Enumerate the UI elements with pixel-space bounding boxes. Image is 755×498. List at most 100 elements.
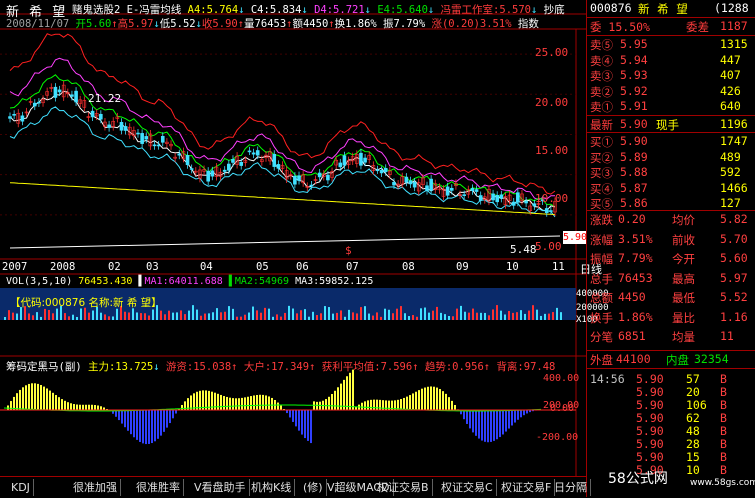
ask-row: 卖⑤5.951315 bbox=[586, 37, 752, 52]
volume-bar bbox=[288, 306, 290, 320]
x-tick: 07 bbox=[346, 261, 359, 273]
watermark-logo: 58公式网 bbox=[608, 468, 668, 488]
indicator-bar-negative bbox=[517, 410, 519, 420]
stat-row: 分笔6851均量11 bbox=[586, 329, 752, 344]
indicator-bar-positive bbox=[403, 398, 405, 410]
indicator-bar-positive bbox=[55, 395, 57, 410]
x-axis: 2007 2008 02 03 04 05 06 07 08 09 10 11 bbox=[0, 261, 576, 273]
indicator-bar-negative bbox=[160, 410, 162, 436]
candle-body bbox=[380, 170, 383, 173]
indicator-bar-positive bbox=[79, 405, 81, 410]
indicator-bar-positive bbox=[220, 395, 222, 410]
volume-bar bbox=[444, 314, 446, 320]
indicator-bar-positive bbox=[346, 376, 348, 410]
volume-bar bbox=[360, 307, 362, 320]
indicator-bar-negative bbox=[292, 410, 294, 422]
candle-body bbox=[405, 177, 408, 182]
indicator-bar-positive bbox=[97, 405, 99, 410]
indicator-bar-positive bbox=[280, 406, 282, 410]
candle-body bbox=[277, 164, 280, 168]
x-tick: 06 bbox=[296, 261, 309, 273]
indicator-tab[interactable]: 权证交易F bbox=[498, 479, 555, 496]
indicator-bar-positive bbox=[418, 390, 420, 410]
stat-value: 1.86% bbox=[618, 310, 653, 324]
ind-trend: 趋势:0.956 bbox=[425, 361, 484, 373]
indicator-bar-negative bbox=[511, 410, 513, 425]
indicator-tab[interactable]: 权证交易B bbox=[374, 479, 433, 496]
ind-youzi: 游资:15.038 bbox=[166, 361, 231, 373]
turnover-value: 换1.86% bbox=[335, 18, 377, 30]
volume-bar bbox=[332, 314, 334, 320]
close-value: 收5.90 bbox=[202, 18, 238, 30]
y-tick-5: 5.00 bbox=[535, 240, 562, 253]
bid-row: 买③5.88592 bbox=[586, 165, 752, 180]
peak-label: 21.22 bbox=[88, 92, 121, 105]
tick-volume: 15 bbox=[686, 450, 700, 464]
candle-body bbox=[430, 179, 433, 190]
volume-bar bbox=[512, 313, 514, 320]
indicator-bar-positive bbox=[37, 384, 39, 410]
candle-body bbox=[178, 154, 181, 155]
candle-body bbox=[471, 188, 474, 190]
indicator-bar-negative bbox=[154, 410, 156, 441]
volume-bar bbox=[316, 315, 318, 320]
stat-value: 6851 bbox=[618, 329, 646, 343]
candle-body bbox=[409, 181, 412, 184]
indicator-tab[interactable]: 日分隔 bbox=[551, 479, 591, 496]
candle-body bbox=[516, 193, 519, 203]
indicator-bar-positive bbox=[451, 401, 453, 410]
tick-side: B bbox=[720, 398, 727, 412]
ask-row: 卖①5.91640 bbox=[586, 99, 752, 114]
volume-bar bbox=[280, 317, 282, 320]
bid-volume: 1747 bbox=[720, 134, 748, 148]
candle-body bbox=[124, 126, 127, 130]
volume-bar bbox=[8, 310, 10, 320]
volume-bar bbox=[252, 307, 254, 320]
stat-row: 涨幅3.51%前收5.70 bbox=[586, 232, 752, 247]
volume-bar bbox=[392, 313, 394, 320]
bid-volume: 592 bbox=[720, 165, 741, 179]
volume-bar bbox=[36, 312, 38, 320]
indicator-tab[interactable]: (修) bbox=[300, 479, 327, 496]
volume-bar bbox=[268, 309, 270, 320]
stat-label: 均价 bbox=[672, 212, 695, 228]
ask-label: 卖① bbox=[590, 99, 613, 115]
indicator-tab[interactable]: KDJ bbox=[8, 479, 34, 496]
volume-bar bbox=[204, 314, 206, 320]
stat-row: 换手1.86%量比1.16 bbox=[586, 310, 752, 325]
indicator-bar-negative bbox=[478, 410, 480, 439]
indicator-bar-negative bbox=[490, 410, 492, 442]
candle-body bbox=[54, 87, 57, 97]
volume-bar bbox=[264, 308, 266, 320]
indicator-tab[interactable]: 权证交易C bbox=[438, 479, 497, 496]
stat-value: 3.51% bbox=[618, 232, 653, 246]
main-chart[interactable] bbox=[0, 0, 586, 476]
stat-label: 今开 bbox=[672, 251, 695, 267]
volume-bar bbox=[496, 305, 498, 320]
indicator-tab[interactable]: 机构K线 bbox=[248, 479, 295, 496]
tick-volume: 20 bbox=[686, 385, 700, 399]
stat-row: 总手76453最高5.97 bbox=[586, 271, 752, 286]
stat-label: 量比 bbox=[672, 310, 695, 326]
volume-bar bbox=[164, 314, 166, 320]
indicator-bar-positive bbox=[409, 395, 411, 410]
indicator-bar-positive bbox=[49, 391, 51, 410]
tick-price: 5.90 bbox=[636, 372, 664, 386]
indicator-bar-positive bbox=[412, 393, 414, 410]
stat-row: 涨跌0.20均价5.82 bbox=[586, 212, 752, 227]
x-tick: 09 bbox=[456, 261, 469, 273]
volume-bar bbox=[396, 309, 398, 320]
candle-body bbox=[186, 155, 189, 164]
indicator-tab[interactable]: 很准加强 bbox=[70, 479, 121, 496]
indicator-bar-positive bbox=[262, 395, 264, 410]
indicator-tab[interactable]: 很准胜率 bbox=[133, 479, 184, 496]
indicator-bar-positive bbox=[256, 395, 258, 410]
indicator-name: 赌鬼选股2 E-冯雷均线 bbox=[72, 4, 181, 16]
volume-bar bbox=[344, 317, 346, 320]
chao-value: 抄底 bbox=[544, 4, 565, 16]
indicator-tab[interactable]: V看盘助手 bbox=[191, 479, 250, 496]
volume-bar bbox=[468, 313, 470, 320]
candle-body bbox=[364, 158, 367, 162]
tick-side: B bbox=[720, 463, 727, 477]
y-tick-10: 10.00 bbox=[535, 192, 568, 205]
